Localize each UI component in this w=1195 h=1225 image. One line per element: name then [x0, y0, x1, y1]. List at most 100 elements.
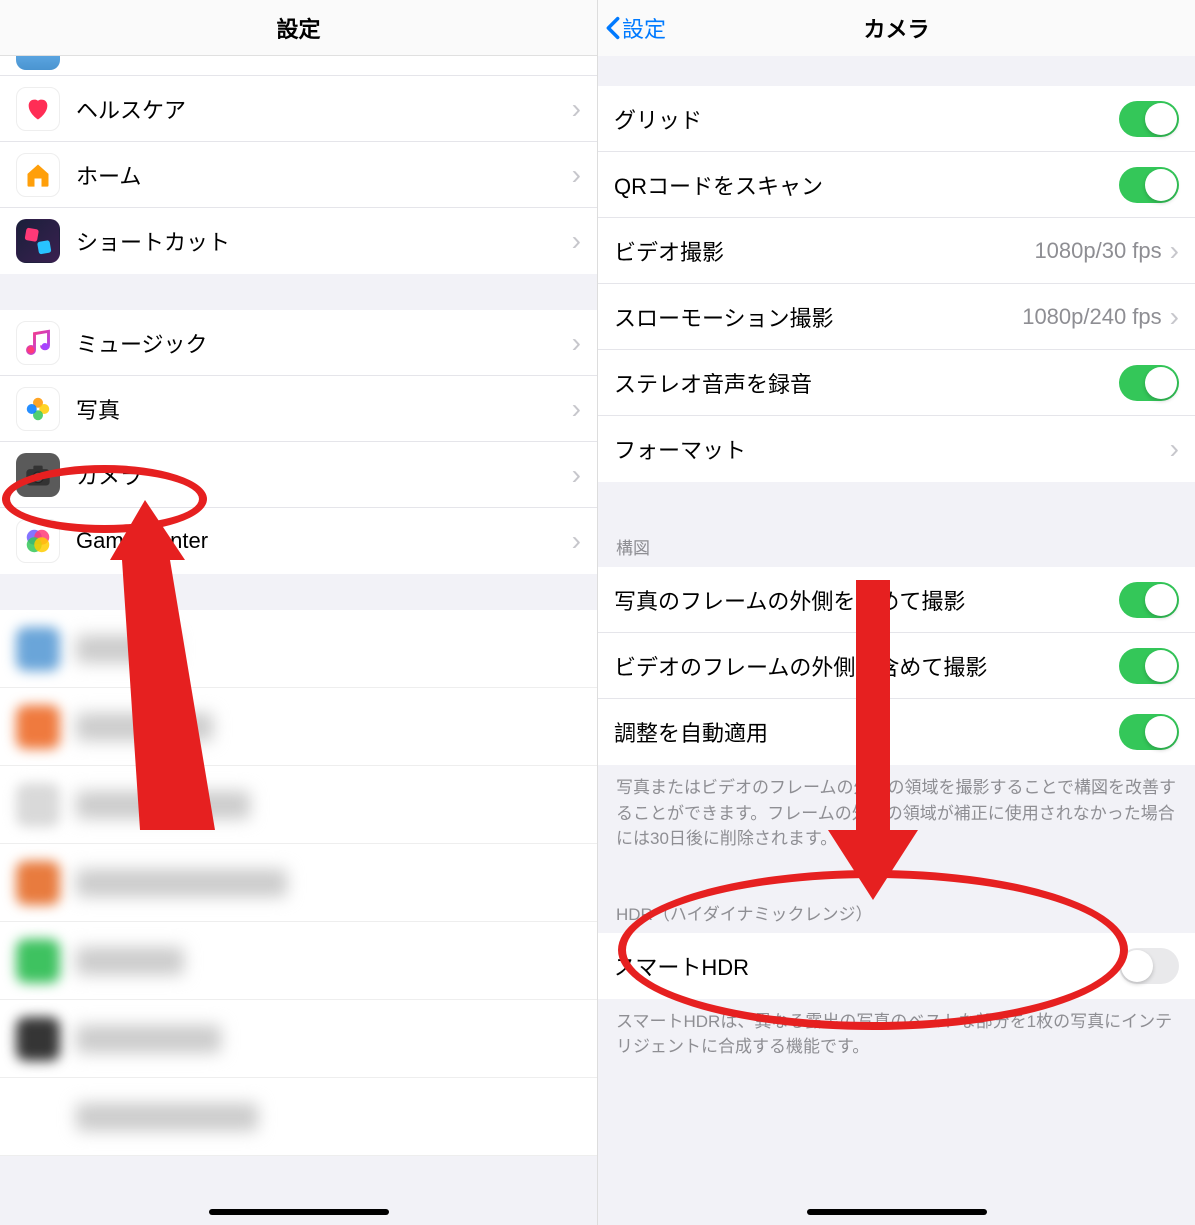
toggle-switch[interactable] [1119, 582, 1179, 618]
chevron-right-icon: › [572, 225, 581, 257]
chevron-right-icon: › [572, 159, 581, 191]
blurred-app-icon [16, 705, 60, 749]
composition-row-2[interactable]: 調整を自動適用 [598, 699, 1195, 765]
toggle-knob [1145, 584, 1177, 616]
chevron-right-icon: › [572, 459, 581, 491]
row-label: ミュージック [76, 327, 572, 359]
composition-row-0[interactable]: 写真のフレームの外側を含めて撮影 [598, 567, 1195, 633]
toggle-switch[interactable] [1119, 648, 1179, 684]
blurred-app-icon [16, 1095, 60, 1139]
blurred-app-label [76, 1025, 221, 1053]
blurred-app-label [76, 713, 213, 741]
chevron-right-icon: › [572, 393, 581, 425]
row-label: 写真のフレームの外側を含めて撮影 [614, 584, 1119, 616]
blurred-app-icon [16, 783, 60, 827]
row-label: ビデオ撮影 [614, 235, 1034, 267]
blurred-app-row[interactable] [0, 610, 597, 688]
chevron-right-icon: › [572, 327, 581, 359]
home-indicator-left[interactable] [209, 1209, 389, 1215]
toggle-switch[interactable] [1119, 365, 1179, 401]
section-footer-hdr: スマートHDRは、異なる露出の写真のベストな部分を1枚の写真にインテリジェントに… [598, 999, 1195, 1080]
blurred-app-label [76, 1103, 258, 1131]
toggle-switch[interactable] [1119, 948, 1179, 984]
blurred-app-row[interactable] [0, 1078, 597, 1156]
settings-group1-row-1[interactable]: ホーム› [0, 142, 597, 208]
row-value: 1080p/240 fps [1022, 304, 1161, 330]
header-right: 設定 カメラ [598, 0, 1195, 56]
home-indicator-right[interactable] [807, 1209, 987, 1215]
section-header-hdr: HDR（ハイダイナミックレンジ） [598, 892, 1195, 933]
header-title-right: カメラ [863, 12, 929, 44]
row-label: 調整を自動適用 [614, 716, 1119, 748]
header-left: 設定 [0, 0, 597, 56]
blurred-app-row[interactable] [0, 688, 597, 766]
camera-row-1[interactable]: QRコードをスキャン [598, 152, 1195, 218]
blurred-app-icon [16, 939, 60, 983]
camera-row-5[interactable]: フォーマット› [598, 416, 1195, 482]
row-label: ビデオのフレームの外側を含めて撮影 [614, 650, 1119, 682]
chevron-left-icon [606, 16, 620, 40]
gamecenter-icon [16, 519, 60, 563]
camera-row-3[interactable]: スローモーション撮影1080p/240 fps › [598, 284, 1195, 350]
composition-row-1[interactable]: ビデオのフレームの外側を含めて撮影 [598, 633, 1195, 699]
blurred-app-icon [16, 627, 60, 671]
home-icon [16, 153, 60, 197]
camera-row-0[interactable]: グリッド [598, 86, 1195, 152]
settings-group1-row-2[interactable]: ショートカット› [0, 208, 597, 274]
settings-group2-row-0[interactable]: ミュージック› [0, 310, 597, 376]
camera-row-4[interactable]: ステレオ音声を録音 [598, 350, 1195, 416]
row-value: 1080p/30 fps [1034, 238, 1161, 264]
toggle-knob [1145, 650, 1177, 682]
toggle-knob [1121, 950, 1153, 982]
section-header-composition: 構図 [598, 526, 1195, 567]
blurred-app-row[interactable] [0, 766, 597, 844]
shortcuts-icon [16, 219, 60, 263]
row-label: グリッド [614, 103, 1119, 135]
row-label: スローモーション撮影 [614, 301, 1022, 333]
heart-icon [16, 87, 60, 131]
blurred-app-icon [16, 861, 60, 905]
toggle-switch[interactable] [1119, 714, 1179, 750]
settings-group2-row-2[interactable]: カメラ› [0, 442, 597, 508]
toggle-switch[interactable] [1119, 167, 1179, 203]
toggle-knob [1145, 716, 1177, 748]
row-label: スマートHDR [614, 950, 1119, 982]
chevron-right-icon: › [1170, 433, 1179, 465]
camera-icon [16, 453, 60, 497]
hdr-row-0[interactable]: スマートHDR [598, 933, 1195, 999]
chevron-right-icon: › [572, 525, 581, 557]
back-button-label: 設定 [622, 12, 666, 44]
toggle-switch[interactable] [1119, 101, 1179, 137]
section-footer-composition: 写真またはビデオのフレームの外側の領域を撮影することで構図を改善することができま… [598, 765, 1195, 872]
row-label: QRコードをスキャン [614, 169, 1119, 201]
toggle-knob [1145, 103, 1177, 135]
chevron-right-icon: › [1170, 235, 1179, 267]
blurred-app-icon [16, 1017, 60, 1061]
blurred-app-label [76, 869, 287, 897]
row-label: ショートカット [76, 225, 572, 257]
chevron-right-icon: › [572, 93, 581, 125]
row-label: ステレオ音声を録音 [614, 367, 1119, 399]
row-label: Game Center [76, 528, 572, 554]
camera-row-2[interactable]: ビデオ撮影1080p/30 fps › [598, 218, 1195, 284]
partial-row-top[interactable] [0, 56, 597, 76]
partial-app-icon [16, 56, 60, 70]
photos-icon [16, 387, 60, 431]
music-icon [16, 321, 60, 365]
blurred-app-row[interactable] [0, 844, 597, 922]
camera-settings-panel: 設定 カメラ グリッドQRコードをスキャンビデオ撮影1080p/30 fps›ス… [598, 0, 1195, 1225]
blurred-app-row[interactable] [0, 922, 597, 1000]
toggle-knob [1145, 367, 1177, 399]
blurred-app-label [76, 791, 250, 819]
settings-group2-row-1[interactable]: 写真› [0, 376, 597, 442]
settings-main-panel: 設定 ヘルスケア›ホーム›ショートカット› ミュージック›写真›カメラ›Game… [0, 0, 598, 1225]
chevron-right-icon: › [1170, 301, 1179, 333]
header-title-left: 設定 [276, 12, 320, 44]
row-label: フォーマット [614, 433, 1170, 465]
settings-group2-row-3[interactable]: Game Center› [0, 508, 597, 574]
back-button[interactable]: 設定 [606, 12, 666, 44]
row-label: カメラ [76, 459, 572, 491]
blurred-app-label [76, 947, 184, 975]
settings-group1-row-0[interactable]: ヘルスケア› [0, 76, 597, 142]
blurred-app-row[interactable] [0, 1000, 597, 1078]
